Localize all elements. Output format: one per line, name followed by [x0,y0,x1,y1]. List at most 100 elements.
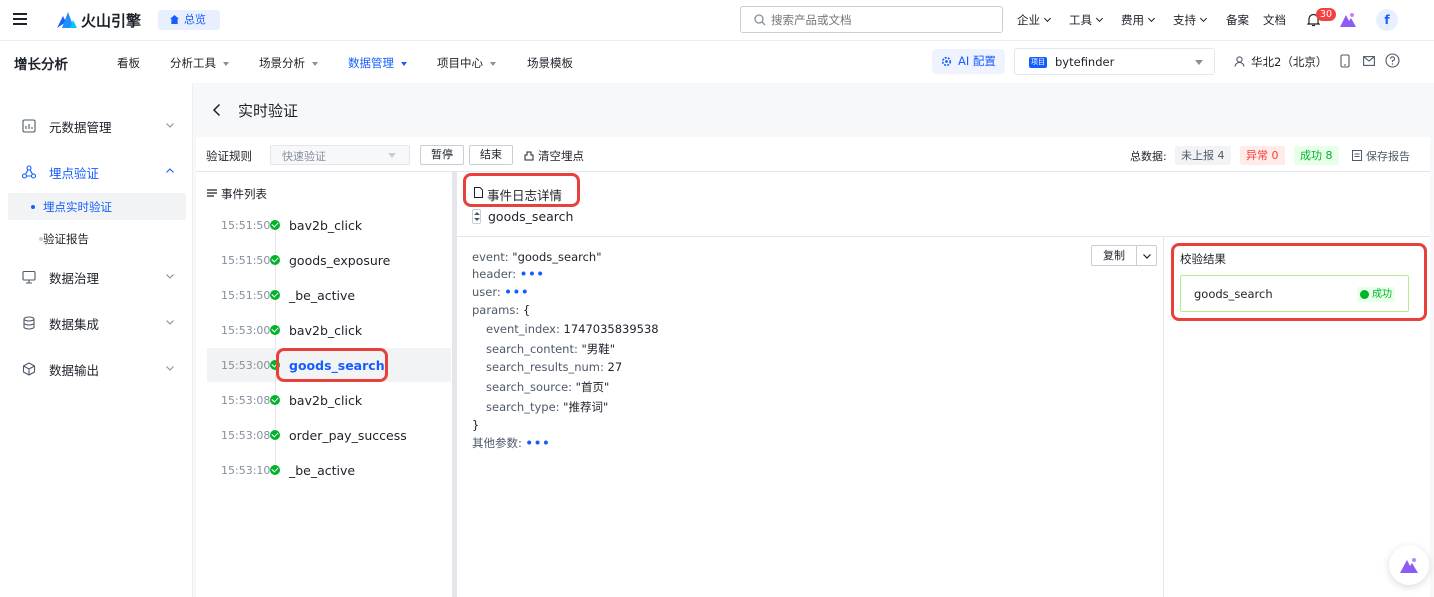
menu-support[interactable]: 支持 [1173,12,1208,28]
chevron-down-icon [1043,14,1052,23]
expand-dots-icon: ••• [504,285,530,299]
not-reported-badge[interactable]: 未上报 4 [1175,146,1231,165]
toolbar-divider [196,171,1430,172]
app-title[interactable]: 增长分析 [14,53,68,73]
ai-assistant-icon[interactable] [1340,12,1356,27]
floating-assistant-button[interactable] [1389,545,1429,585]
event-row[interactable]: 15:51:50 bav2b_click [207,208,451,254]
overview-button[interactable]: 总览 [158,10,220,30]
success-check-icon [270,430,280,440]
event-time: 15:53:00 [221,323,271,337]
sidebar-item-data-integration[interactable]: 数据集成 [0,308,193,338]
sidebar-item-data-governance[interactable]: 数据治理 [0,262,193,292]
project-tag: 项目 [1029,57,1047,68]
sidebar-item-metadata[interactable]: 元数据管理 [0,111,193,141]
help-icon[interactable] [1385,53,1400,68]
menu-enterprise[interactable]: 企业 [1017,12,1052,28]
sidebar-subitem-realtime-verification[interactable]: 埋点实时验证 [8,193,186,220]
link-filing[interactable]: 备案 [1226,12,1249,28]
avatar[interactable]: f [1376,9,1398,31]
pause-button[interactable]: 暂停 [420,145,464,165]
ai-assistant-icon [1400,558,1418,573]
code-line-close: } [472,418,480,432]
event-row[interactable]: 15:53:08 order_pay_success [207,418,451,464]
save-report-label: 保存报告 [1366,150,1410,163]
save-report-button[interactable]: 保存报告 [1352,148,1410,164]
region-label[interactable]: 华北2（北京） [1251,54,1327,70]
event-row[interactable]: 15:51:50 goods_exposure [207,243,451,289]
event-name: _be_active [289,462,356,478]
chevron-down-icon [1147,14,1156,23]
rule-select[interactable]: 快速验证 [270,145,410,165]
event-name: bav2b_click [289,217,363,233]
caret-down-icon [401,61,407,66]
page-title: 实时验证 [238,102,299,120]
tab-dashboard[interactable]: 看板 [117,55,140,71]
rule-select-value: 快速验证 [282,150,326,163]
brand-name[interactable]: 火山引擎 [81,10,141,31]
search-input[interactable] [771,11,991,28]
copy-button[interactable]: 复制 [1092,246,1136,265]
event-row[interactable]: 15:53:10 _be_active [207,453,451,487]
success-check-icon [270,325,280,335]
chevron-down-icon [1143,254,1151,259]
code-line-params: params: { [472,303,531,317]
sidebar-subitem-verification-report[interactable]: 验证报告 [8,225,186,252]
rule-label: 验证规则 [206,149,252,163]
event-list-title: 事件列表 [221,187,267,201]
code-param: search_type: "推荐词" [486,400,609,414]
search-box[interactable] [740,6,1003,33]
hamburger-menu-icon[interactable] [13,13,27,25]
sort-toggle-icon[interactable] [472,209,481,224]
caret-down-icon [388,153,396,158]
link-docs[interactable]: 文档 [1263,12,1286,28]
caret-down-icon [223,61,229,66]
caret-down-icon [312,61,318,66]
ai-config-button[interactable]: AI 配置 [932,49,1005,74]
event-name: goods_exposure [289,252,391,268]
project-select[interactable]: 项目 bytefinder [1014,48,1215,75]
tab-project-center[interactable]: 项目中心 [437,55,496,71]
sidebar-item-data-output[interactable]: 数据输出 [0,354,193,384]
highlight-detail-title [463,173,580,207]
abnormal-badge[interactable]: 异常 0 [1240,146,1285,165]
mail-icon[interactable] [1363,56,1375,66]
event-time: 15:51:50 [221,288,271,302]
success-badge[interactable]: 成功 8 [1294,146,1339,165]
chart-doc-icon [22,119,36,133]
highlight-result [1171,243,1427,321]
event-name: order_pay_success [289,427,407,443]
sidebar-item-tracking-verification[interactable]: 埋点验证 [0,157,193,187]
event-row[interactable]: 15:53:08 bav2b_click [207,383,451,429]
tab-data-management[interactable]: 数据管理 [348,55,407,71]
copy-dropdown-button[interactable] [1136,246,1156,265]
home-icon [170,15,179,24]
chevron-up-icon [166,168,174,173]
chevron-down-icon [166,320,174,325]
end-button[interactable]: 结束 [469,145,513,165]
ai-config-label: AI 配置 [958,54,996,68]
sidebar-subitem-label: 埋点实时验证 [43,199,112,214]
event-row[interactable]: 15:51:50 _be_active [207,278,451,324]
highlight-selected-event [276,348,388,382]
sidebar-item-label: 元数据管理 [49,119,112,135]
database-icon [23,316,35,330]
mobile-icon[interactable] [1340,54,1350,68]
project-name: bytefinder [1055,55,1115,69]
event-name: bav2b_click [289,392,363,408]
code-line-other[interactable]: 其他参数: ••• [472,435,551,451]
detail-event-name: goods_search [488,209,574,224]
back-arrow-icon[interactable] [212,103,222,117]
code-line-user[interactable]: user: ••• [472,285,529,299]
code-line-header[interactable]: header: ••• [472,267,545,281]
detail-divider [457,236,1430,237]
event-row[interactable]: 15:53:00 bav2b_click [207,313,451,359]
clear-events-button[interactable]: 清空埋点 [524,148,584,164]
menu-tools[interactable]: 工具 [1069,12,1104,28]
event-name: bav2b_click [289,322,363,338]
volcano-logo-icon[interactable] [57,10,77,28]
tab-scenario-templates[interactable]: 场景模板 [527,55,573,71]
menu-billing[interactable]: 费用 [1121,12,1156,28]
tab-analysis-tools[interactable]: 分析工具 [170,55,229,71]
tab-scenario-analysis[interactable]: 场景分析 [259,55,318,71]
